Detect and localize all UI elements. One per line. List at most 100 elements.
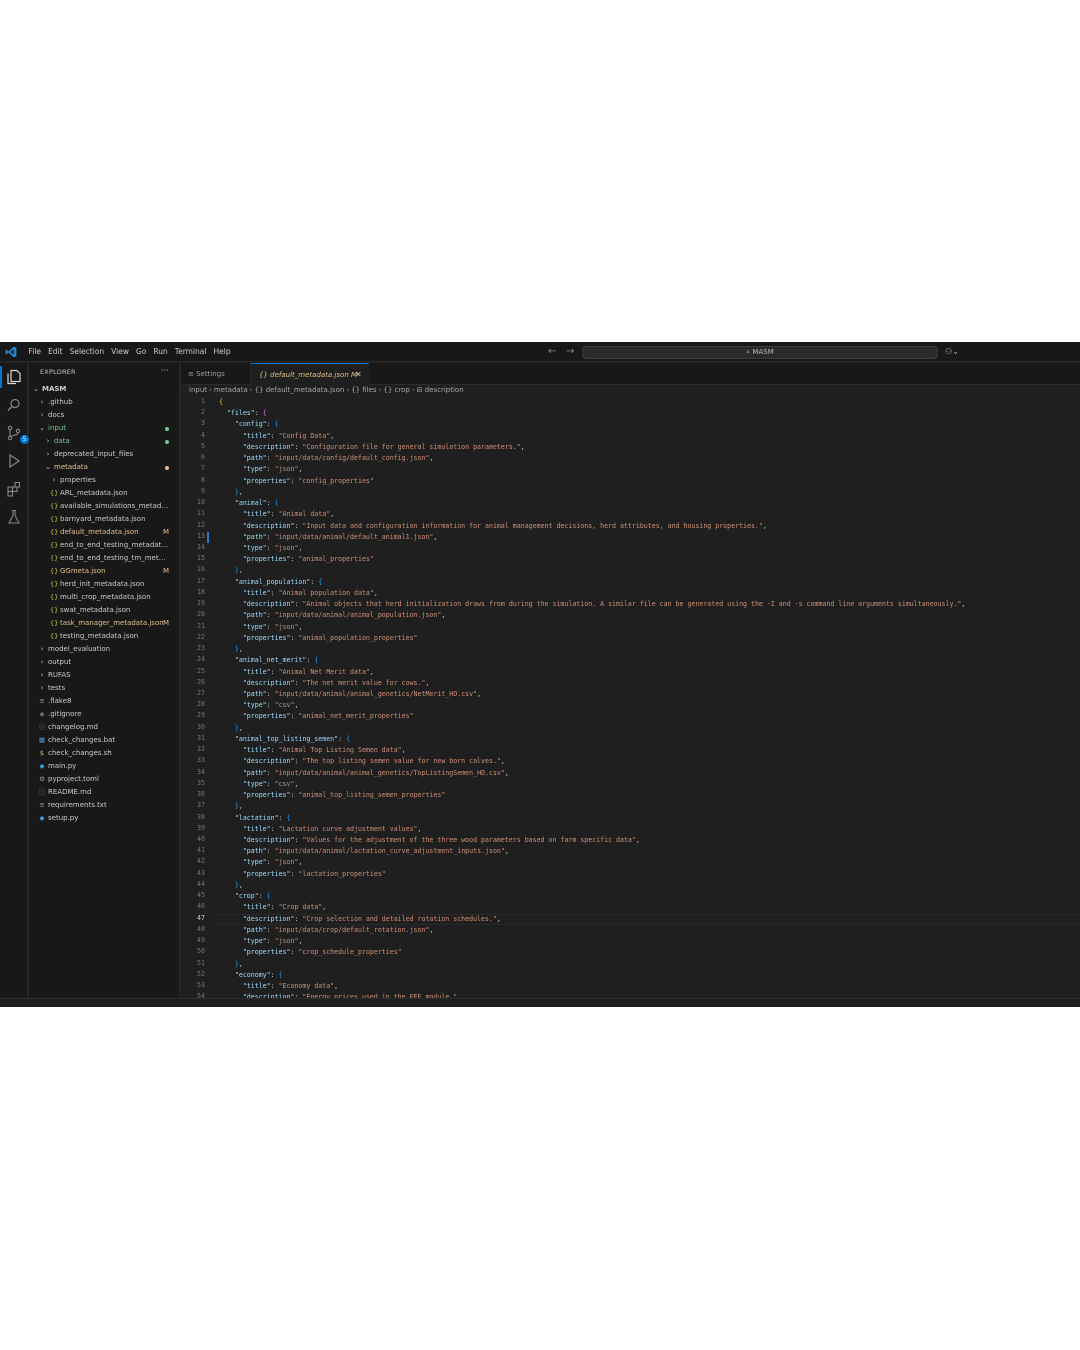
code-line[interactable]: "title": "Animal Top Listing Semen data"… [219, 745, 406, 756]
tree-file[interactable]: $ check_changes.sh [29, 747, 180, 760]
code-editor[interactable]: 1 2 3 4 5 6 7 8 9 10 11 12 13 14 15 16 17 18 19 20 21 22 23 24 2… [181, 397, 1080, 1007]
code-line[interactable]: "type": "json", [219, 622, 303, 633]
code-line[interactable]: "title": "Animal Net Merit data", [219, 667, 374, 678]
menu-edit[interactable]: Edit [45, 342, 67, 362]
tree-file[interactable]: {} default_metadata.json M [29, 526, 180, 539]
code-line[interactable]: "type": "json", [219, 857, 303, 868]
tree-file[interactable]: {} swat_metadata.json [29, 604, 180, 617]
tab-default-metadata-json[interactable]: {} default_metadata.json M ✕ [251, 363, 369, 385]
tree-file[interactable]: {} GGmeta.json M [29, 565, 180, 578]
code-line[interactable]: "animal": { [219, 498, 279, 509]
tree-folder[interactable]: › data [29, 435, 180, 448]
tree-folder[interactable]: › output [29, 656, 180, 669]
tree-file[interactable]: ◆ setup.py [29, 812, 180, 825]
code-line[interactable]: "crop": { [219, 891, 271, 902]
back-arrow-icon[interactable]: ← [548, 346, 556, 358]
run-debug-icon[interactable] [5, 452, 23, 470]
menu-help[interactable]: Help [210, 342, 234, 362]
code-line[interactable]: "description": "Animal objects that herd… [219, 599, 966, 610]
code-line[interactable]: "path": "input/data/animal/animal_geneti… [219, 768, 509, 779]
code-line[interactable]: "type": "json", [219, 543, 303, 554]
files-icon[interactable] [5, 368, 23, 386]
code-line[interactable]: { [219, 397, 223, 408]
code-line[interactable]: "path": "input/data/crop/default_rotatio… [219, 925, 434, 936]
tree-file[interactable]: ⚙ pyproject.toml [29, 773, 180, 786]
code-line[interactable]: }, [219, 959, 243, 970]
code-line[interactable]: "config": { [219, 419, 279, 430]
menu-selection[interactable]: Selection [66, 342, 108, 362]
code-line[interactable]: }, [219, 565, 243, 576]
tree-file[interactable]: {} ARL_metadata.json [29, 487, 180, 500]
code-line[interactable]: }, [219, 880, 243, 891]
code-line[interactable]: "title": "Config Data", [219, 431, 334, 442]
source-control-icon[interactable]: 5 [5, 424, 29, 444]
tree-file[interactable]: ◆ .gitignore [29, 708, 180, 721]
tree-file[interactable]: ≡ requirements.txt [29, 799, 180, 812]
code-line[interactable]: }, [219, 644, 243, 655]
code-line[interactable]: }, [219, 801, 243, 812]
code-line[interactable]: "description": "Configuration file for g… [219, 442, 525, 453]
extensions-icon[interactable] [5, 480, 23, 498]
tree-folder[interactable]: › RUFAS [29, 669, 180, 682]
code-line[interactable]: "path": "input/data/animal/animal_geneti… [219, 689, 481, 700]
code-line[interactable]: "title": "Economy data", [219, 981, 338, 992]
code-line[interactable]: "title": "Animal population data", [219, 588, 378, 599]
code-line[interactable]: "animal_top_listing_semen": { [219, 734, 350, 745]
code-line[interactable]: "properties": "animal_top_listing_semen_… [219, 790, 445, 801]
code-line[interactable]: "type": "json", [219, 464, 303, 475]
code-line[interactable]: "path": "input/data/animal/lactation_cur… [219, 846, 509, 857]
tree-folder[interactable]: ⌄ MASM [29, 383, 180, 396]
code-line[interactable]: "title": "Animal data", [219, 509, 334, 520]
code-line[interactable]: "properties": "animal_properties" [219, 554, 374, 565]
tree-folder[interactable]: › docs [29, 409, 180, 422]
code-line[interactable]: "properties": "crop_schedule_properties" [219, 947, 402, 958]
menu-file[interactable]: File [25, 342, 45, 362]
tree-folder[interactable]: › properties [29, 474, 180, 487]
code-line[interactable]: "type": "csv", [219, 779, 299, 790]
tree-folder[interactable]: ⌄ input [29, 422, 180, 435]
more-actions-icon[interactable]: ··· [161, 366, 169, 375]
code-line[interactable]: "lactation": { [219, 813, 291, 824]
code-line[interactable]: "description": "The net merit value for … [219, 678, 430, 689]
copilot-icon[interactable]: ⚇⌄ [945, 346, 959, 358]
tree-file[interactable]: ≡ .flake8 [29, 695, 180, 708]
code-line[interactable]: "path": "input/data/config/default_confi… [219, 453, 434, 464]
command-center-search[interactable]: ⌕ MASM [582, 346, 938, 359]
tree-file[interactable]: ⓘ README.md [29, 786, 180, 799]
code-line[interactable]: "animal_population": { [219, 577, 322, 588]
forward-arrow-icon[interactable]: → [566, 346, 574, 358]
code-line[interactable]: "description": "The top listing semen va… [219, 756, 505, 767]
tree-folder[interactable]: › .github [29, 396, 180, 409]
menu-view[interactable]: View [108, 342, 133, 362]
breadcrumb-item[interactable]: metadata [214, 386, 248, 394]
breadcrumb-item[interactable]: ⊟ description [417, 386, 464, 394]
tree-file[interactable]: {} testing_metadata.json [29, 630, 180, 643]
tree-file[interactable]: {}end_to_end_testing_metadata.json [29, 539, 180, 552]
code-line[interactable]: "properties": "animal_population_propert… [219, 633, 418, 644]
code-line[interactable]: "properties": "config_properties" [219, 476, 374, 487]
tree-folder[interactable]: › tests [29, 682, 180, 695]
tree-folder[interactable]: › model_evaluation [29, 643, 180, 656]
tree-file[interactable]: {} task_manager_metadata.json M [29, 617, 180, 630]
menu-go[interactable]: Go [132, 342, 149, 362]
code-line[interactable]: "animal_net_merit": { [219, 655, 318, 666]
tree-file[interactable]: {} multi_crop_metadata.json [29, 591, 180, 604]
tree-folder[interactable]: ⌄ metadata [29, 461, 180, 474]
close-icon[interactable]: ✕ [355, 364, 362, 386]
code-line[interactable]: }, [219, 723, 243, 734]
breadcrumb-item[interactable]: {} files [351, 386, 376, 394]
code-line[interactable]: "type": "json", [219, 936, 303, 947]
tree-file[interactable]: {} herd_init_metadata.json [29, 578, 180, 591]
code-line[interactable]: "economy": { [219, 970, 283, 981]
menu-terminal[interactable]: Terminal [171, 342, 210, 362]
breadcrumb-item[interactable]: {} default_metadata.json [255, 386, 345, 394]
search-icon[interactable] [5, 396, 23, 414]
code-line[interactable]: "path": "input/data/animal/default_anima… [219, 532, 438, 543]
code-line[interactable]: "path": "input/data/animal/animal_popula… [219, 610, 446, 621]
tree-file[interactable]: {}available_simulations_metadata.js... [29, 500, 180, 513]
breadcrumb-item[interactable]: input [189, 386, 207, 394]
code-line[interactable]: "title": "Crop data", [219, 902, 326, 913]
code-line[interactable]: "description": "Crop selection and detai… [219, 914, 501, 925]
tree-file[interactable]: ◆ main.py [29, 760, 180, 773]
tree-file[interactable]: ▦ check_changes.bat [29, 734, 180, 747]
